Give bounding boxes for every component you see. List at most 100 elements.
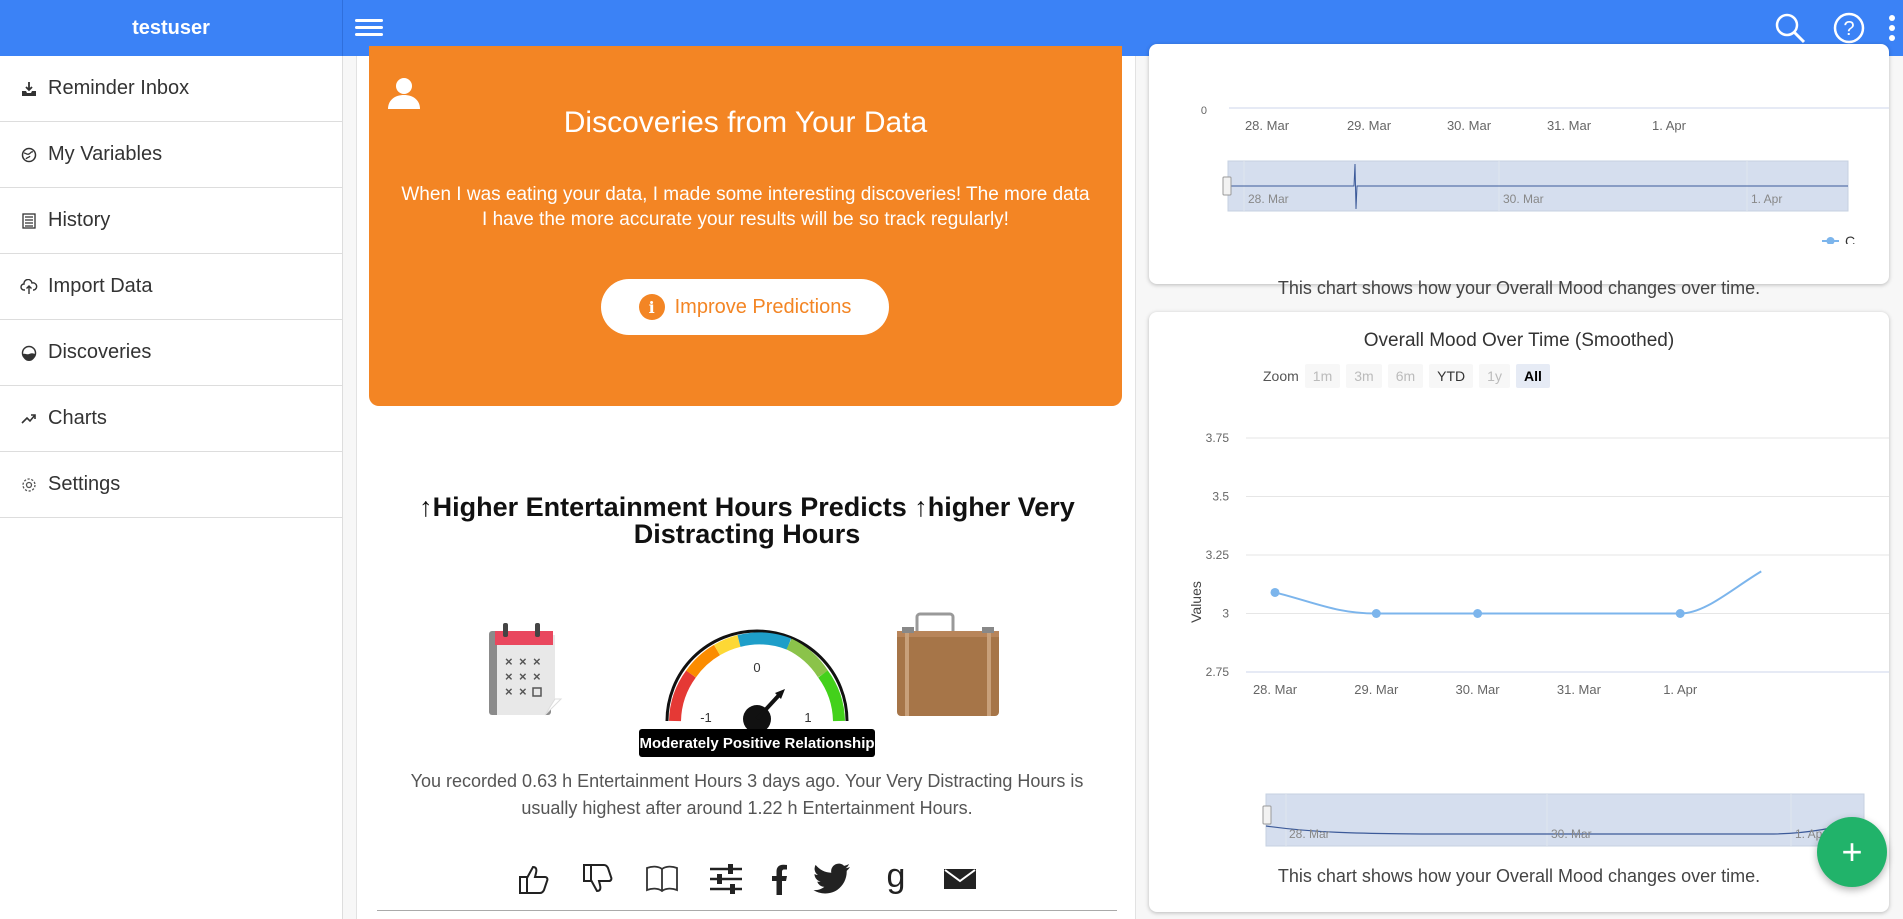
settings-sliders-button[interactable] [703, 856, 749, 902]
x-tick-label: 1. Apr [1663, 682, 1698, 697]
more-vert-icon[interactable] [1886, 12, 1898, 44]
x-axis-ticks: 28. Mar 29. Mar 30. Mar 31. Mar 1. Apr [1245, 118, 1687, 133]
x-tick-label: 30. Mar [1447, 118, 1492, 133]
sidebar-item-label: My Variables [48, 143, 163, 165]
gauge-label: Moderately Positive Relationship [639, 735, 874, 752]
facebook-share-button[interactable] [767, 856, 791, 902]
list-icon [20, 212, 38, 230]
svg-text:×: × [533, 669, 541, 684]
y-gridlines [1246, 437, 1889, 673]
read-more-button[interactable] [639, 856, 685, 902]
x-tick-label: 31. Mar [1547, 118, 1592, 133]
y-axis-label: Values [1188, 581, 1204, 623]
study-description: You recorded 0.63 h Entertainment Hours … [410, 771, 1084, 818]
gauge-tick-one: 1 [804, 710, 811, 725]
correlation-gauge: 0 -1 1 Moderately Positive Relationship [639, 629, 875, 757]
email-icon [944, 869, 976, 889]
sidebar-item-charts[interactable]: Charts [0, 386, 342, 452]
sidebar-item-label: Import Data [48, 275, 153, 297]
x-tick-label: 28. Mar [1253, 682, 1298, 697]
sidebar-item-history[interactable]: History [0, 188, 342, 254]
smoothed-mood-chart: 3.75 3.5 3.25 3 2.75 Values 28. Mar 29. Mar 30… [1188, 431, 1889, 847]
sidebar-item-import-data[interactable]: Import Data [0, 254, 342, 320]
legend-item[interactable]: C [1845, 233, 1855, 244]
gauge-tick-zero: 0 [753, 660, 760, 675]
mood-chart-card: 0 28. Mar 29. Mar 30. Mar 31. Mar 1. Apr 28.… [1149, 44, 1889, 298]
navigator-tick-label: 28. Mar [1248, 192, 1289, 206]
discoveries-column: Discoveries from Your Data When I was ea… [356, 46, 1137, 919]
cloud-upload-icon [20, 278, 38, 296]
sidebar: Reminder Inbox My Variables History Impo… [0, 56, 343, 919]
navigator-tick-label: 30. Mar [1503, 192, 1544, 206]
discoveries-banner: Discoveries from Your Data When I was ea… [369, 46, 1122, 406]
y-tick-zero: 0 [1201, 105, 1207, 117]
twitter-icon [813, 863, 850, 894]
smoothed-mood-chart-card: Overall Mood Over Time (Smoothed) Zoom 1… [1149, 312, 1889, 912]
y-tick-label: 3.75 [1206, 431, 1230, 445]
suitcase-icon [897, 612, 999, 716]
y-tick-label: 3 [1222, 607, 1229, 621]
chart-caption: This chart shows how your Overall Mood c… [1277, 278, 1761, 298]
svg-text:×: × [505, 684, 513, 699]
y-tick-label: 3.5 [1212, 490, 1229, 504]
thumbs-down-button[interactable] [575, 856, 621, 902]
calendar-icon: × × × × × × × × [489, 623, 563, 716]
x-tick-label: 28. Mar [1245, 118, 1290, 133]
sliders-icon [710, 864, 742, 894]
y-axis-ticks: 3.75 3.5 3.25 3 2.75 [1206, 431, 1230, 679]
facebook-icon [772, 864, 787, 895]
svg-text:×: × [519, 654, 527, 669]
thumbs-down-icon [583, 864, 613, 893]
thumbs-up-icon [519, 865, 549, 894]
navigator-handle[interactable] [1262, 805, 1272, 825]
main-content: Discoveries from Your Data When I was ea… [343, 44, 1903, 919]
navigator-tick-label: 1. Apr [1751, 192, 1782, 206]
chart-caption: This chart shows how your Overall Mood c… [1277, 866, 1761, 886]
hamburger-menu-icon[interactable] [355, 15, 383, 41]
data-point [1270, 587, 1280, 597]
y-tick-label: 3.25 [1206, 548, 1230, 562]
legend-marker [1826, 237, 1835, 244]
navigator-tick-label: 28. Mar [1289, 827, 1330, 841]
improve-predictions-button[interactable]: i Improve Predictions [601, 279, 889, 335]
info-icon: i [638, 294, 665, 320]
svg-text:×: × [533, 654, 541, 669]
gauge-tick-minus-one: -1 [700, 710, 712, 725]
discoveries-text: When I was eating your data, I made some… [401, 184, 1090, 230]
email-share-button[interactable] [937, 856, 983, 902]
svg-text:×: × [519, 684, 527, 699]
mood-series-line[interactable] [1274, 570, 1762, 615]
sidebar-item-label: History [48, 209, 111, 231]
thumbs-up-button[interactable] [511, 856, 557, 902]
sidebar-item-my-variables[interactable]: My Variables [0, 122, 342, 188]
navigator-handle[interactable] [1222, 176, 1232, 196]
book-icon [646, 865, 678, 893]
search-icon[interactable] [1774, 12, 1806, 44]
help-icon[interactable]: ? [1833, 12, 1865, 44]
study-title: ↑Higher Entertainment Hours Predicts ↑hi… [357, 494, 1137, 548]
sidebar-item-reminder-inbox[interactable]: Reminder Inbox [0, 56, 342, 122]
x-tick-label: 29. Mar [1347, 118, 1392, 133]
trending-icon [20, 410, 38, 428]
google-share-button[interactable]: g [873, 856, 919, 902]
sidebar-item-settings[interactable]: Settings [0, 452, 342, 518]
data-point [1675, 609, 1685, 618]
study-title-line1: ↑Higher Entertainment Hours Predicts ↑hi… [419, 492, 1075, 522]
add-fab-button[interactable]: + [1817, 817, 1887, 887]
svg-text:?: ? [1843, 18, 1854, 40]
x-tick-label: 29. Mar [1354, 682, 1399, 697]
google-icon: g [887, 861, 906, 895]
username-label[interactable]: testuser [0, 0, 343, 56]
svg-text:×: × [505, 669, 513, 684]
sidebar-item-discoveries[interactable]: Discoveries [0, 320, 342, 386]
svg-text:×: × [505, 654, 513, 669]
study-title-line2: Distracting Hours [633, 519, 861, 549]
improve-predictions-label: Improve Predictions [674, 295, 852, 318]
sidebar-item-label: Charts [48, 407, 107, 429]
study-actions: g [357, 851, 1137, 907]
sidebar-item-label: Discoveries [48, 341, 152, 363]
x-tick-label: 31. Mar [1557, 682, 1602, 697]
twitter-share-button[interactable] [809, 856, 855, 902]
inbox-download-icon [20, 80, 38, 98]
x-tick-label: 1. Apr [1652, 118, 1687, 133]
